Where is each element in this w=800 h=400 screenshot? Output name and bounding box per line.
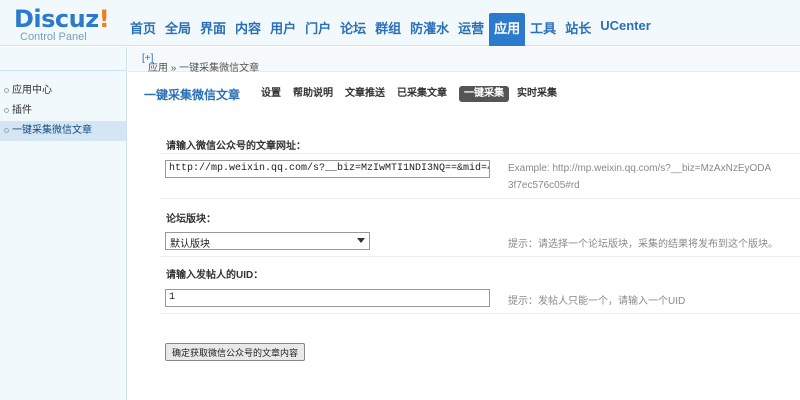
forum-select-value: 默认版块 [170, 239, 210, 250]
nav-webmaster[interactable]: 站长 [561, 13, 595, 39]
fetch-articles-button[interactable]: 确定获取微信公众号的文章内容 [165, 343, 306, 361]
breadcrumb-text: 应用 » 一键采集微信文章 [+] [142, 53, 260, 74]
sidebar: 应用中心 插件 一键采集微信文章 [0, 47, 127, 400]
nav-users[interactable]: 用户 [266, 13, 300, 39]
sidebar-item-label: 一键采集微信文章 [12, 125, 92, 136]
nav-content[interactable]: 内容 [231, 13, 265, 39]
row-divider [160, 198, 800, 199]
nav-portal[interactable]: 门户 [301, 13, 335, 39]
nav-global[interactable]: 全局 [161, 13, 195, 39]
url-field-label: 请输入微信公众号的文章网址： [166, 141, 306, 152]
discuz-logo[interactable]: Discuz! Control Panel [14, 7, 124, 47]
nav-interface[interactable]: 界面 [196, 13, 230, 39]
url-example-text-cont: 3f7ec576c05#rd [508, 180, 580, 191]
row-divider [160, 313, 800, 314]
bullet-icon [4, 108, 9, 113]
uid-input[interactable]: 1 [165, 289, 490, 307]
forum-hint: 提示：请选择一个论坛版块，采集的结果将发布到这个版块。 [508, 239, 778, 250]
sidebar-item-label: 插件 [12, 105, 32, 116]
bullet-icon [4, 128, 9, 133]
sidebar-item-app-center[interactable]: 应用中心 [0, 81, 126, 101]
sidebar-item-label: 应用中心 [12, 85, 52, 96]
page-title: 一键采集微信文章 [144, 88, 241, 102]
nav-ucenter[interactable]: UCenter [596, 13, 655, 39]
plugin-tabs: 设置 帮助说明 文章推送 已采集文章 一键采集 实时采集 [261, 86, 569, 102]
tab-collected-articles[interactable]: 已采集文章 [397, 86, 447, 102]
sidebar-menu: 应用中心 插件 一键采集微信文章 [0, 71, 126, 141]
sidebar-header [0, 47, 126, 71]
logo-main-text: Discuz! [14, 5, 110, 33]
tab-one-click-collect[interactable]: 一键采集 [459, 86, 509, 102]
tab-settings[interactable]: 设置 [261, 86, 281, 102]
bullet-icon [4, 88, 9, 93]
top-header: Discuz! Control Panel 首页 全局 界面 内容 用户 门户 … [0, 0, 800, 46]
row-divider [160, 153, 800, 154]
article-url-input[interactable]: http://mp.weixin.qq.com/s?__biz=MzIwMTI1… [165, 160, 490, 178]
url-example-text: Example: http://mp.weixin.qq.com/s?__biz… [508, 163, 772, 174]
nav-forum[interactable]: 论坛 [336, 13, 370, 39]
nav-tools[interactable]: 工具 [526, 13, 560, 39]
uid-field-label: 请输入发帖人的UID： [166, 270, 264, 281]
uid-hint: 提示：发帖人只能一个，请输入一个UID [508, 296, 686, 307]
breadcrumb: 应用 » 一键采集微信文章 [+] [128, 47, 800, 74]
nav-applications[interactable]: 应用 [489, 13, 526, 46]
nav-home[interactable]: 首页 [126, 13, 160, 39]
row-divider [160, 256, 800, 257]
tab-article-push[interactable]: 文章推送 [345, 86, 385, 102]
nav-groups[interactable]: 群组 [371, 13, 405, 39]
nav-anti-spam[interactable]: 防灌水 [406, 13, 453, 39]
forum-select[interactable]: 默认版块 [165, 232, 370, 250]
top-navigation: 首页 全局 界面 内容 用户 门户 论坛 群组 防灌水 运营 应用 工具 站长 … [126, 13, 656, 46]
tab-realtime-collect[interactable]: 实时采集 [517, 86, 557, 102]
sidebar-item-plugins[interactable]: 插件 [0, 101, 126, 121]
sidebar-item-wechat-collector[interactable]: 一键采集微信文章 [0, 121, 126, 141]
chevron-down-icon [357, 238, 365, 243]
forum-field-label: 论坛版块： [166, 214, 216, 225]
nav-operations[interactable]: 运营 [454, 13, 488, 39]
tab-help[interactable]: 帮助说明 [293, 86, 333, 102]
